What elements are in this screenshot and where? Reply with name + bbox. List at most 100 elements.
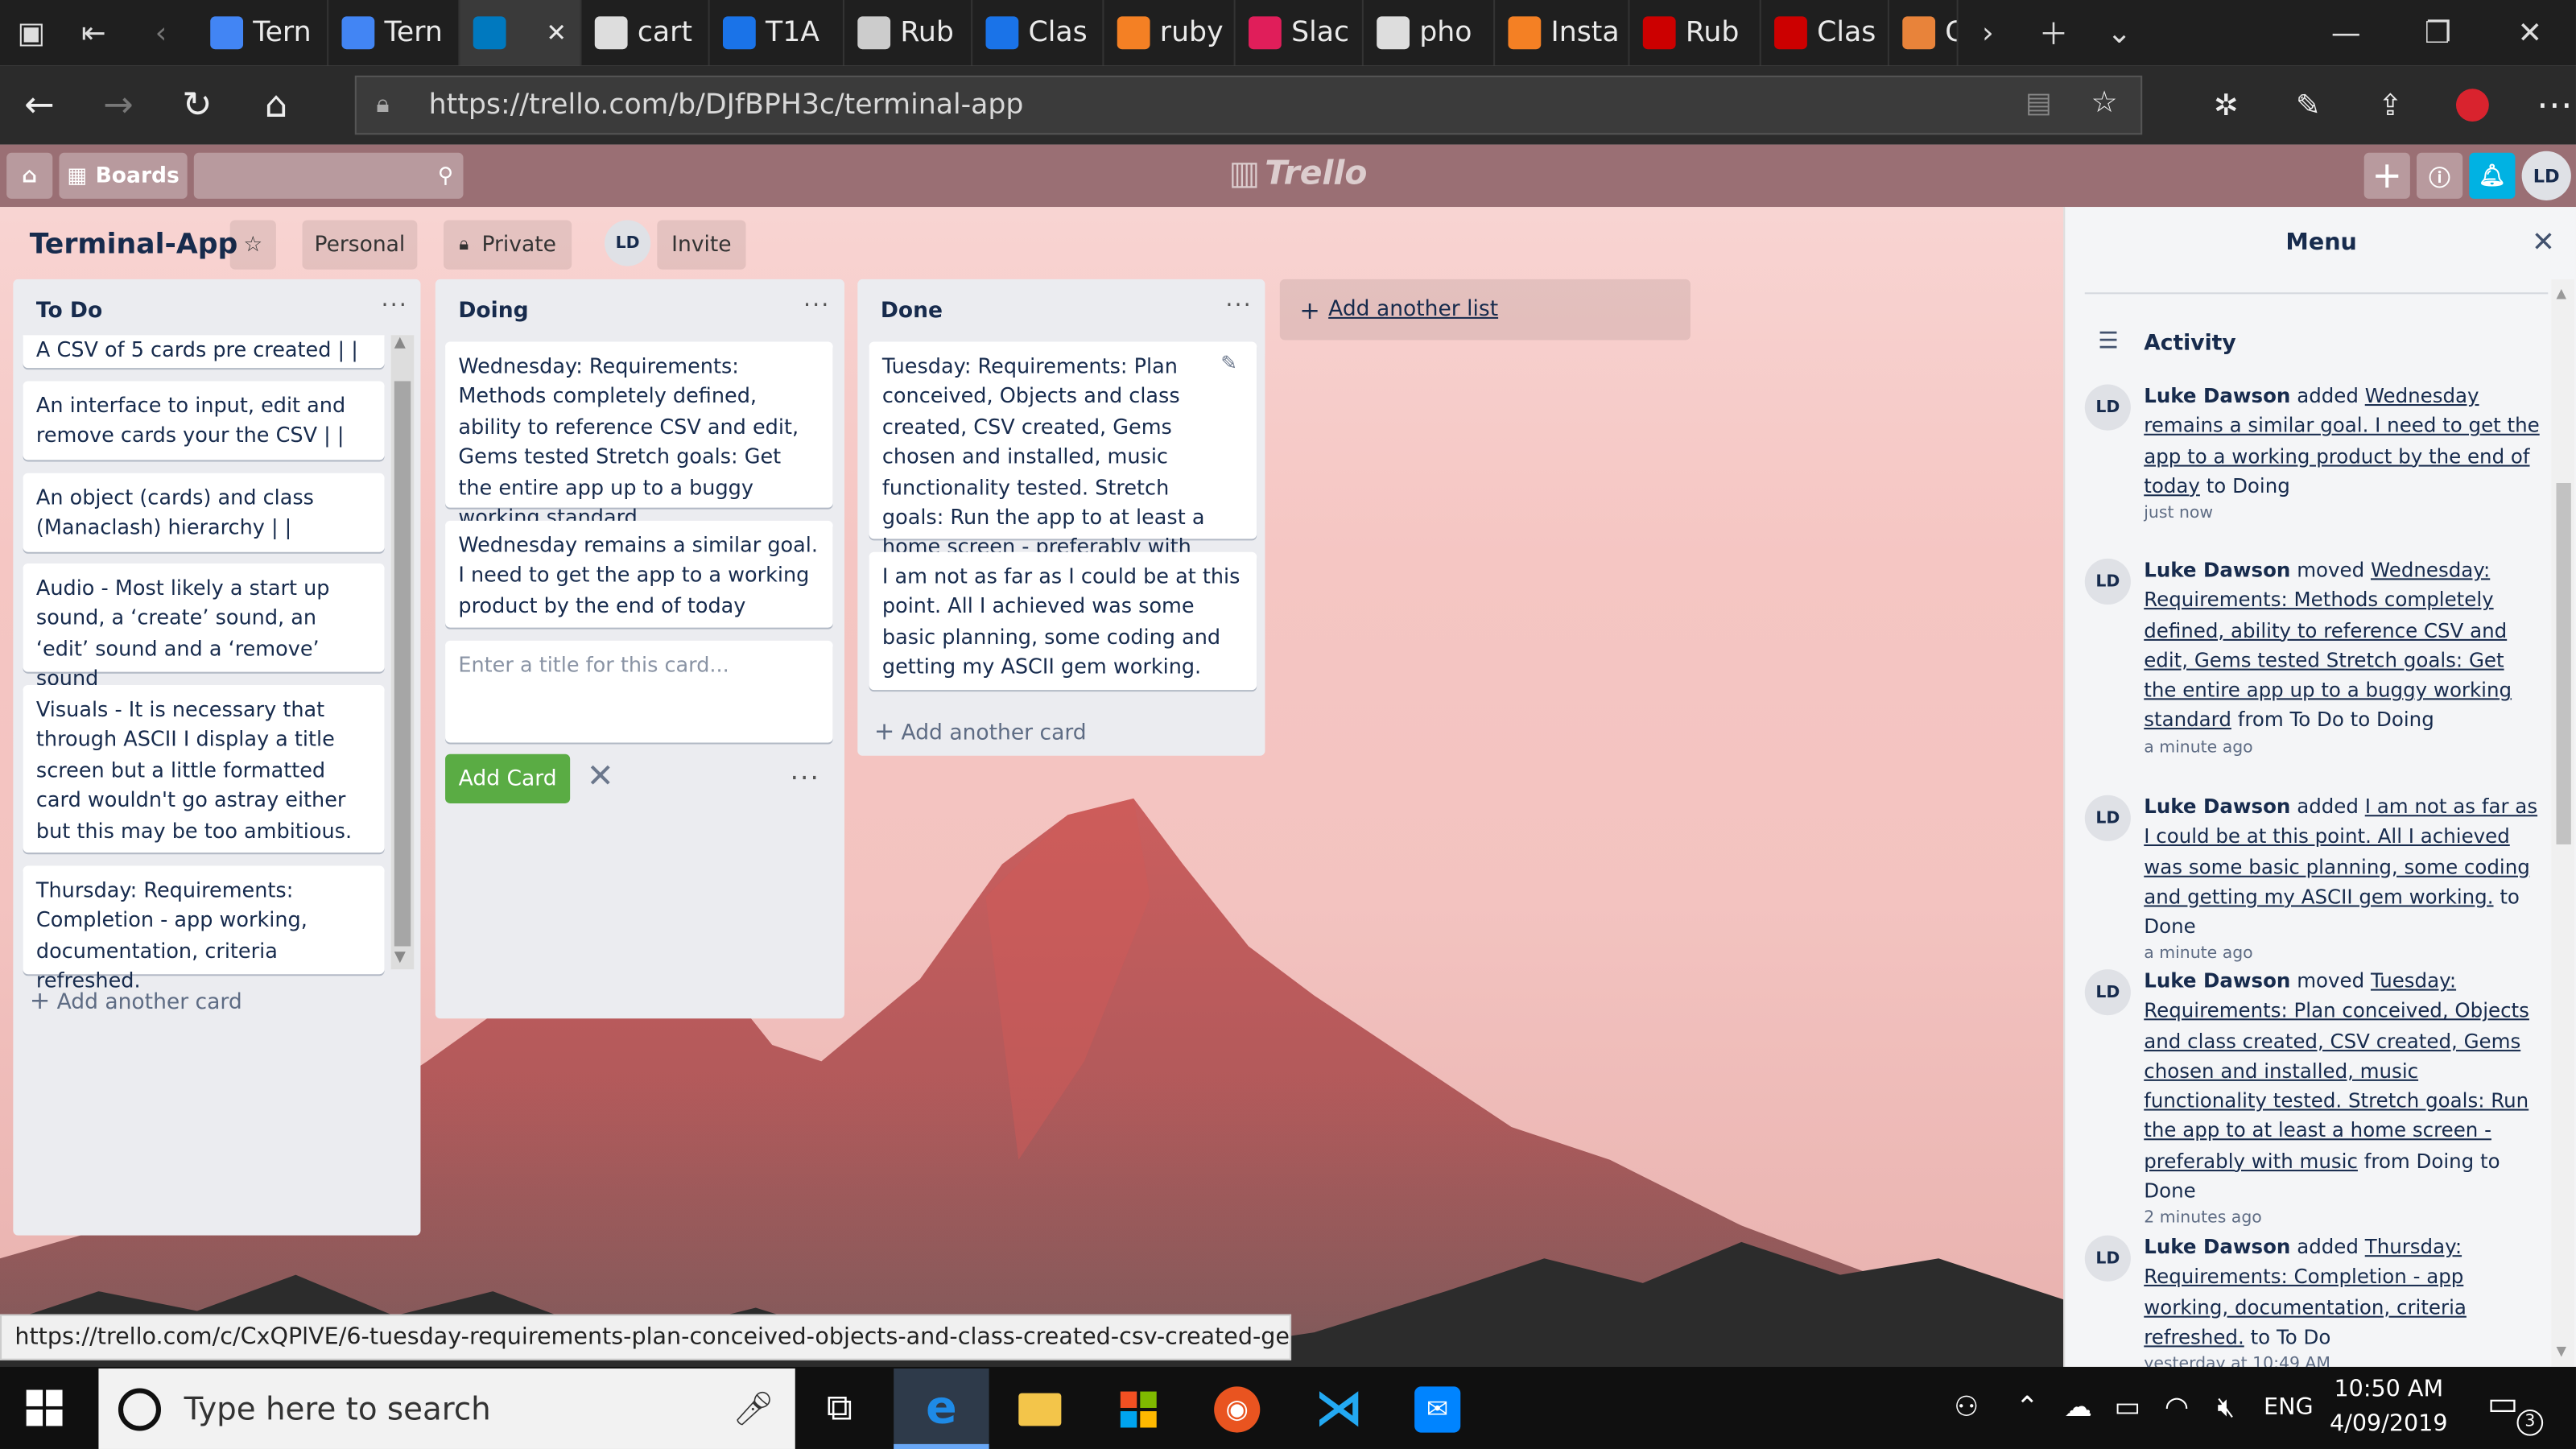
- favorite-star-icon[interactable]: ☆: [2091, 85, 2118, 120]
- volume-muted-icon[interactable]: 🔇︎: [2202, 1392, 2251, 1425]
- share-icon[interactable]: ⇪: [2349, 66, 2431, 145]
- list-card[interactable]: An object (cards) and class (Manaclash) …: [23, 473, 385, 552]
- activity-user[interactable]: Luke Dawson: [2144, 795, 2290, 819]
- activity-avatar[interactable]: LD: [2084, 384, 2131, 431]
- browser-tab[interactable]: Tern: [328, 0, 460, 66]
- browser-tab[interactable]: ✕: [460, 0, 582, 66]
- browser-tab[interactable]: Tern: [197, 0, 329, 66]
- home-icon[interactable]: ⌂: [237, 66, 316, 145]
- scrollbar-down-icon[interactable]: ▼: [2556, 1344, 2566, 1358]
- tab-list-icon[interactable]: ⌄: [2090, 0, 2149, 66]
- home-button[interactable]: ⌂: [6, 152, 53, 199]
- battery-icon[interactable]: ▭: [2103, 1392, 2152, 1425]
- ubuntu-icon[interactable]: ◉: [1190, 1368, 1285, 1449]
- list-menu-icon[interactable]: ···: [1225, 292, 1252, 319]
- activity-user[interactable]: Luke Dawson: [2144, 385, 2290, 408]
- activity-avatar[interactable]: LD: [2084, 969, 2131, 1016]
- activity-avatar[interactable]: LD: [2084, 1235, 2131, 1282]
- activity-card-link[interactable]: Tuesday: Requirements: Plan conceived, O…: [2144, 969, 2529, 1173]
- list-card[interactable]: Audio - Most likely a start up sound, a …: [23, 563, 385, 691]
- browser-tab[interactable]: Clas: [972, 0, 1104, 66]
- browser-tab[interactable]: Rub: [1629, 0, 1761, 66]
- back-icon[interactable]: ←: [0, 66, 79, 145]
- list-card[interactable]: I am not as far as I could be at this po…: [869, 551, 1257, 691]
- extension-shield-icon[interactable]: [2431, 66, 2513, 145]
- activity-avatar[interactable]: LD: [2084, 795, 2131, 841]
- close-icon[interactable]: ✕: [587, 756, 614, 795]
- activity-user[interactable]: Luke Dawson: [2144, 969, 2290, 993]
- more-options-icon[interactable]: ⋯: [2513, 66, 2576, 145]
- board-member-avatar[interactable]: LD: [605, 220, 651, 266]
- list-card[interactable]: A CSV of 5 cards pre created | |: [23, 335, 385, 369]
- add-list-button[interactable]: + Add another list: [1279, 279, 1690, 341]
- browser-tab[interactable]: Slac: [1236, 0, 1364, 66]
- vscode-icon[interactable]: ⋊: [1291, 1368, 1386, 1449]
- browser-tab[interactable]: Clas: [1761, 0, 1889, 66]
- scrollbar-up-icon[interactable]: ▲: [394, 335, 406, 351]
- activity-time[interactable]: just now: [2144, 502, 2541, 528]
- list-card[interactable]: Tuesday: Requirements: Plan conceived, O…: [869, 341, 1257, 589]
- edge-browser-icon[interactable]: e: [894, 1368, 989, 1449]
- add-card-button[interactable]: + Add another card: [874, 716, 1087, 746]
- scroll-tabs-right-icon[interactable]: ›: [1959, 0, 2017, 66]
- close-menu-icon[interactable]: ✕: [2532, 227, 2555, 260]
- activity-time[interactable]: a minute ago: [2144, 736, 2541, 762]
- close-tab-icon[interactable]: ✕: [546, 18, 567, 47]
- scrollbar-thumb[interactable]: [2556, 482, 2571, 844]
- activity-user[interactable]: Luke Dawson: [2144, 1236, 2290, 1259]
- activity-time[interactable]: 2 minutes ago: [2144, 1207, 2541, 1233]
- add-card-button[interactable]: + Add another card: [30, 985, 242, 1015]
- browser-tab[interactable]: pho: [1364, 0, 1496, 66]
- browser-tab[interactable]: C: [1889, 0, 1959, 66]
- wifi-icon[interactable]: ◠: [2152, 1392, 2201, 1425]
- activity-user[interactable]: Luke Dawson: [2144, 559, 2290, 582]
- list-title[interactable]: Done: [881, 299, 943, 324]
- store-icon[interactable]: [1091, 1368, 1186, 1449]
- create-button[interactable]: ＋: [2363, 152, 2410, 199]
- list-card[interactable]: An interface to input, edit and remove c…: [23, 381, 385, 460]
- show-hidden-icons[interactable]: ⌃: [2001, 1392, 2054, 1425]
- list-card[interactable]: Visuals - It is necessary that through A…: [23, 685, 385, 853]
- list-card[interactable]: Wednesday remains a similar goal. I need…: [445, 520, 833, 628]
- visibility-private-button[interactable]: 🔒︎ Private: [444, 220, 572, 270]
- people-icon[interactable]: ⚇: [1932, 1392, 2001, 1425]
- tab-actions-icon[interactable]: ⇤: [63, 0, 126, 66]
- reading-view-icon[interactable]: ▤: [2025, 87, 2052, 120]
- browser-tab[interactable]: cart: [581, 0, 710, 66]
- task-view-icon[interactable]: ⧉: [792, 1368, 887, 1449]
- taskbar-search-box[interactable]: Type here to search 🎤︎: [98, 1368, 795, 1449]
- forward-icon[interactable]: →: [79, 66, 158, 145]
- activity-card-link[interactable]: Wednesday: Requirements: Methods complet…: [2144, 559, 2512, 732]
- notes-pen-icon[interactable]: ✎: [2267, 66, 2349, 145]
- personal-team-button[interactable]: Personal: [302, 220, 418, 270]
- trello-logo[interactable]: ▥ Trello: [1229, 153, 1368, 192]
- close-window-icon[interactable]: ✕: [2484, 0, 2576, 66]
- boards-button[interactable]: ▦ Boards: [59, 152, 188, 199]
- list-card[interactable]: Wednesday: Requirements: Methods complet…: [445, 341, 833, 529]
- refresh-icon[interactable]: ↻: [158, 66, 237, 145]
- activity-time[interactable]: a minute ago: [2144, 942, 2541, 968]
- member-avatar[interactable]: LD: [2521, 151, 2571, 200]
- clock[interactable]: 10:50 AM 4/09/2019: [2313, 1373, 2464, 1443]
- list-card[interactable]: Thursday: Requirements: Completion - app…: [23, 865, 385, 993]
- windows-start-icon[interactable]: [26, 1389, 63, 1426]
- list-menu-icon[interactable]: ···: [803, 292, 830, 319]
- microphone-icon[interactable]: 🎤︎: [733, 1388, 774, 1427]
- browser-tab[interactable]: ruby: [1104, 0, 1236, 66]
- favorites-icon[interactable]: ✲: [2185, 66, 2267, 145]
- scrollbar-down-icon[interactable]: ▼: [394, 950, 406, 966]
- messenger-icon[interactable]: ✉: [1390, 1368, 1485, 1449]
- menu-scrollbar[interactable]: ▲ ▼: [2551, 279, 2574, 1367]
- list-title[interactable]: Doing: [458, 299, 528, 324]
- board-search-input[interactable]: ⚲: [193, 152, 464, 199]
- add-card-submit-button[interactable]: Add Card: [445, 753, 571, 803]
- browser-tab[interactable]: T1A: [710, 0, 844, 66]
- minimize-icon[interactable]: —: [2300, 0, 2392, 66]
- invite-button[interactable]: Invite: [657, 220, 746, 270]
- notifications-button[interactable]: 🔔︎: [2469, 152, 2516, 199]
- url-field[interactable]: 🔒︎ https://trello.com/b/DJfBPH3c/termina…: [354, 75, 2143, 135]
- board-title[interactable]: Terminal-App: [30, 229, 238, 262]
- new-card-title-input[interactable]: Enter a title for this card...: [445, 640, 833, 743]
- list-title[interactable]: To Do: [36, 299, 102, 324]
- scrollbar-thumb[interactable]: [394, 381, 411, 947]
